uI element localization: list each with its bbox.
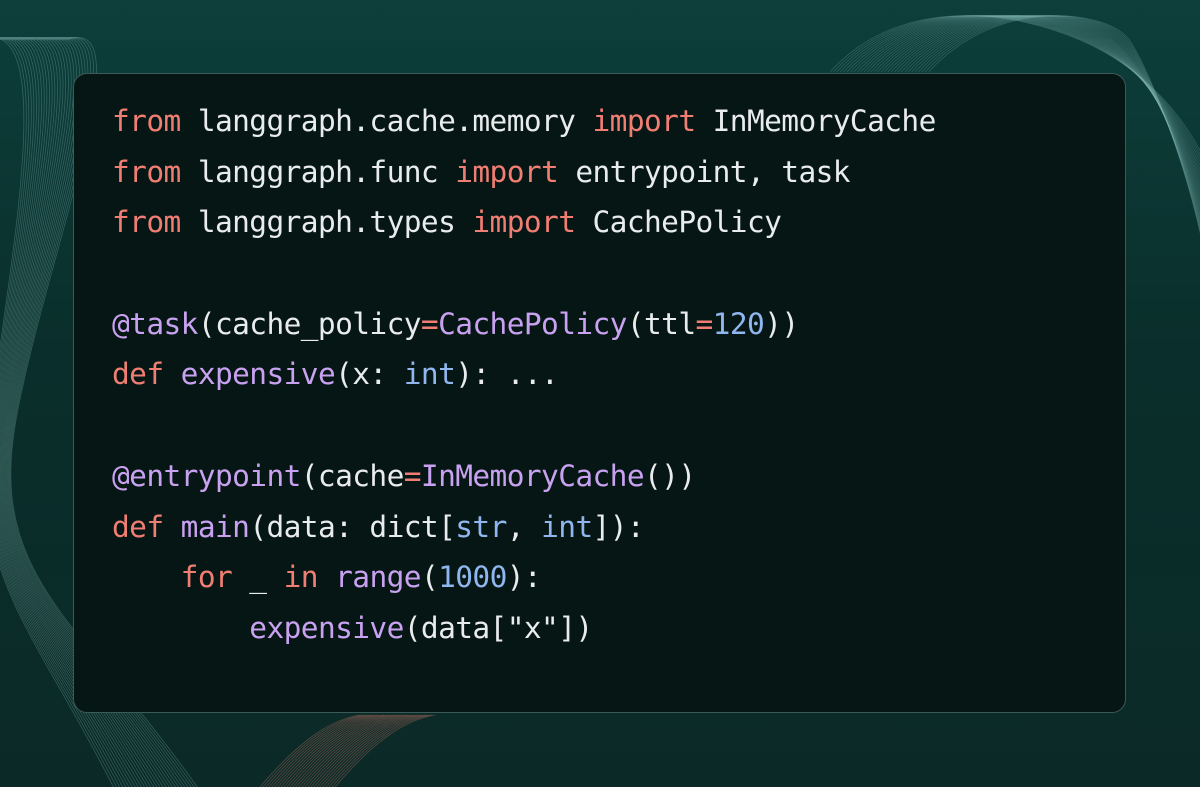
code-token-fn: main <box>180 509 250 544</box>
code-line: from langgraph.types import CachePolicy <box>112 197 1125 248</box>
code-token-pl: (x: <box>335 357 404 392</box>
code-token-pl: ]): <box>592 509 645 544</box>
code-token-kw: from <box>112 205 181 240</box>
code-token-num: 1000 <box>438 560 507 595</box>
code-token-pl: , <box>506 509 542 544</box>
code-token-pl: langgraph.cache.memory <box>180 104 593 138</box>
code-token-fn: InMemoryCache <box>420 458 645 493</box>
code-token-pl: (cache_policy <box>197 306 422 341</box>
code-token-ty: str <box>455 509 507 544</box>
code-token-pl: (data["x"]) <box>403 610 593 645</box>
code-token-fn: range <box>335 560 421 595</box>
code-token-num: 120 <box>712 306 765 341</box>
code-token-pl: (data: dict[ <box>249 509 456 544</box>
code-token-pl: (cache <box>300 458 405 493</box>
code-token-kw: = <box>420 306 439 341</box>
code-token-kw: = <box>403 458 422 493</box>
code-line: def main(data: dict[str, int]): <box>112 502 1125 553</box>
code-token-kw: from <box>112 104 181 138</box>
code-token-pl: ): ... <box>455 357 559 392</box>
code-token-kw: in <box>283 560 319 595</box>
code-line: from langgraph.func import entrypoint, t… <box>112 147 1125 198</box>
code-token-pl: CachePolicy <box>575 205 782 240</box>
code-token-kw: import <box>592 104 697 138</box>
code-token-pl: ()) <box>644 458 696 493</box>
code-line: for _ in range(1000): <box>112 552 1125 603</box>
code-line: @entrypoint(cache=InMemoryCache()) <box>112 451 1125 502</box>
code-token-pl: langgraph.func <box>180 154 456 189</box>
code-token-ty: int <box>541 509 593 544</box>
code-token-pl: entrypoint, task <box>558 154 850 189</box>
code-line: expensive(data["x"]) <box>112 603 1125 654</box>
code-line: def expensive(x: int): ... <box>112 349 1125 400</box>
code-token-kw: import <box>455 154 559 189</box>
code-token-fn: expensive <box>249 610 404 645</box>
code-token-pl: InMemoryCache <box>695 104 937 138</box>
code-token-fn: @entrypoint <box>112 458 301 493</box>
code-token-pl: ): <box>506 560 542 595</box>
code-token-kw: = <box>695 306 714 341</box>
code-token-pl: (ttl <box>626 306 696 341</box>
code-token-fn: expensive <box>180 357 336 392</box>
code-block: from langgraph.cache.memory import InMem… <box>112 96 1125 654</box>
code-token-kw: def <box>112 357 164 392</box>
code-line: @task(cache_policy=CachePolicy(ttl=120)) <box>112 299 1125 350</box>
code-token-pl: _ <box>232 560 284 595</box>
code-token-kw: import <box>472 205 576 240</box>
code-token-kw: for <box>180 560 233 595</box>
code-token-kw: def <box>112 509 164 544</box>
code-line: from langgraph.cache.memory import InMem… <box>112 96 1125 147</box>
code-token-fn: @task <box>112 306 198 341</box>
code-token-pl: ( <box>420 560 439 595</box>
code-token-ty: int <box>403 357 456 392</box>
code-token-fn: CachePolicy <box>438 306 627 341</box>
code-card: from langgraph.cache.memory import InMem… <box>73 73 1126 713</box>
code-token-pl: )) <box>764 306 799 341</box>
code-token-kw: from <box>112 154 181 189</box>
code-token-pl: langgraph.types <box>180 205 473 240</box>
